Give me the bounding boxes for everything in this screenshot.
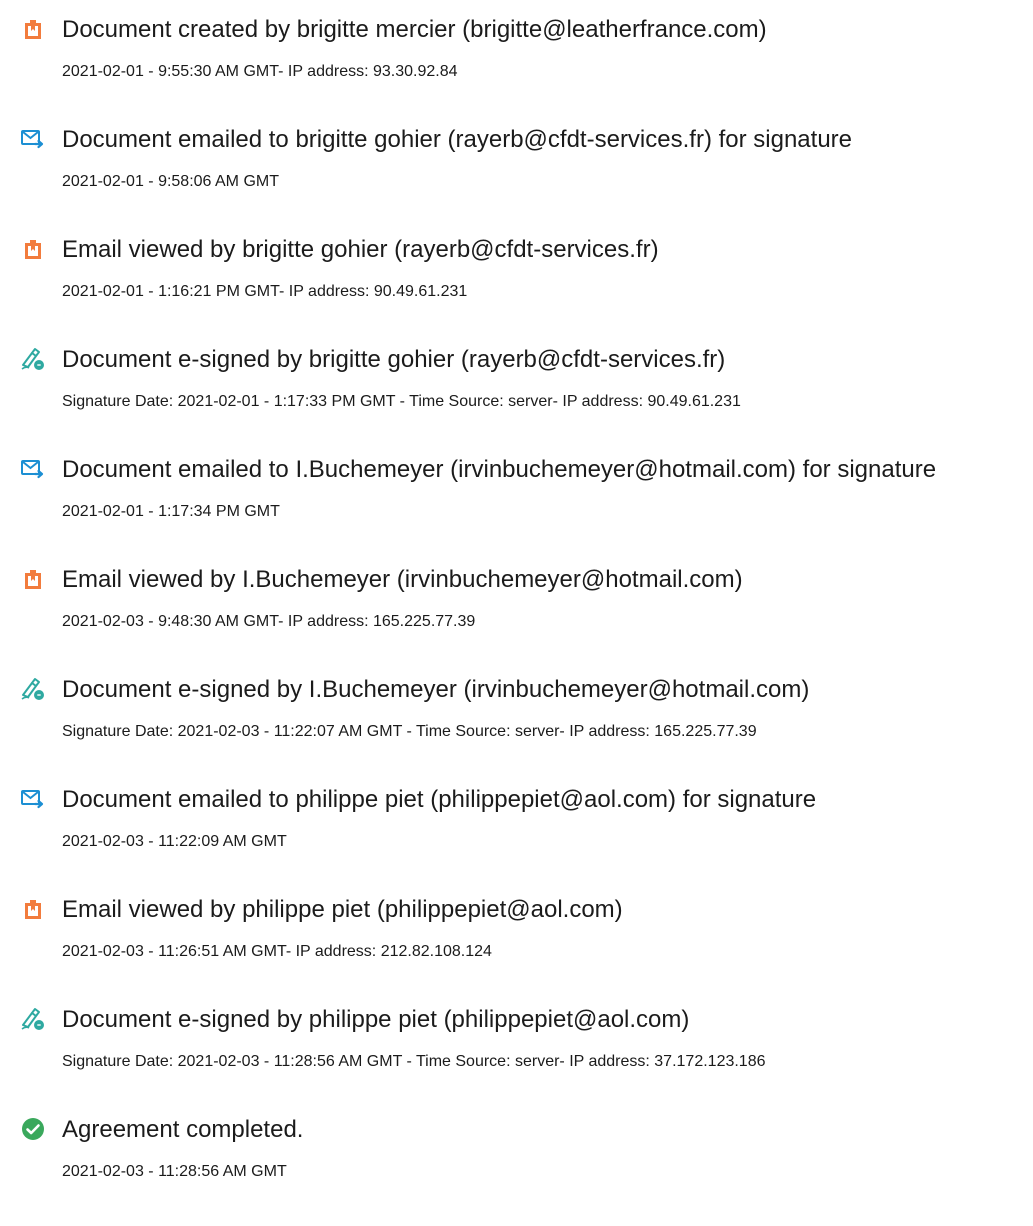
event-timestamp: 2021-02-03 - 11:22:09 AM GMT	[62, 833, 287, 850]
event-title: Document emailed to I.Buchemeyer (irvinb…	[62, 456, 937, 483]
audit-event: Document emailed to brigitte gohier (ray…	[0, 122, 1033, 222]
audit-trail: Document created by brigitte mercier (br…	[0, 0, 1033, 1226]
event-title: Document e-signed by I.Buchemeyer (irvin…	[62, 676, 810, 703]
pen-signature-icon	[20, 1006, 46, 1032]
email-sent-icon	[20, 786, 46, 812]
event-title: Email viewed by brigitte gohier (rayerb@…	[62, 236, 659, 263]
event-title: Document emailed to brigitte gohier (ray…	[62, 126, 853, 153]
audit-event: Document e-signed by philippe piet (phil…	[0, 1002, 1033, 1102]
audit-event: Agreement completed. 2021-02-03 - 11:28:…	[0, 1112, 1033, 1212]
event-timestamp: 2021-02-01 - 1:17:34 PM GMT	[62, 503, 280, 520]
audit-event: Document emailed to I.Buchemeyer (irvinb…	[0, 452, 1033, 552]
event-timestamp: Signature Date: 2021-02-03 - 11:22:07 AM…	[62, 723, 757, 740]
event-title: Email viewed by philippe piet (philippep…	[62, 896, 623, 923]
event-title: Document e-signed by philippe piet (phil…	[62, 1006, 690, 1033]
event-timestamp: 2021-02-01 - 9:55:30 AM GMT- IP address:…	[62, 63, 458, 80]
event-timestamp: 2021-02-01 - 9:58:06 AM GMT	[62, 173, 279, 190]
event-timestamp: Signature Date: 2021-02-03 - 11:28:56 AM…	[62, 1053, 766, 1070]
audit-event: Email viewed by I.Buchemeyer (irvinbuche…	[0, 562, 1033, 662]
audit-event: Document emailed to philippe piet (phili…	[0, 782, 1033, 882]
email-sent-icon	[20, 126, 46, 152]
event-timestamp: 2021-02-03 - 11:28:56 AM GMT	[62, 1163, 287, 1180]
email-sent-icon	[20, 456, 46, 482]
check-circle-icon	[20, 1116, 46, 1142]
pen-signature-icon	[20, 346, 46, 372]
event-timestamp: 2021-02-03 - 11:26:51 AM GMT- IP address…	[62, 943, 492, 960]
event-title: Document emailed to philippe piet (phili…	[62, 786, 817, 813]
pen-signature-icon	[20, 676, 46, 702]
event-timestamp: 2021-02-01 - 1:16:21 PM GMT- IP address:…	[62, 283, 468, 300]
audit-event: Document e-signed by brigitte gohier (ra…	[0, 342, 1033, 442]
audit-event: Document e-signed by I.Buchemeyer (irvin…	[0, 672, 1033, 772]
event-title: Agreement completed.	[62, 1116, 304, 1143]
document-icon	[20, 566, 46, 592]
event-title: Email viewed by I.Buchemeyer (irvinbuche…	[62, 566, 743, 593]
document-icon	[20, 16, 46, 42]
document-icon	[20, 236, 46, 262]
audit-event: Email viewed by philippe piet (philippep…	[0, 892, 1033, 992]
event-title: Document e-signed by brigitte gohier (ra…	[62, 346, 726, 373]
event-title: Document created by brigitte mercier (br…	[62, 16, 767, 43]
event-timestamp: Signature Date: 2021-02-01 - 1:17:33 PM …	[62, 393, 741, 410]
event-timestamp: 2021-02-03 - 9:48:30 AM GMT- IP address:…	[62, 613, 476, 630]
audit-event: Email viewed by brigitte gohier (rayerb@…	[0, 232, 1033, 332]
audit-event: Document created by brigitte mercier (br…	[0, 12, 1033, 112]
document-icon	[20, 896, 46, 922]
